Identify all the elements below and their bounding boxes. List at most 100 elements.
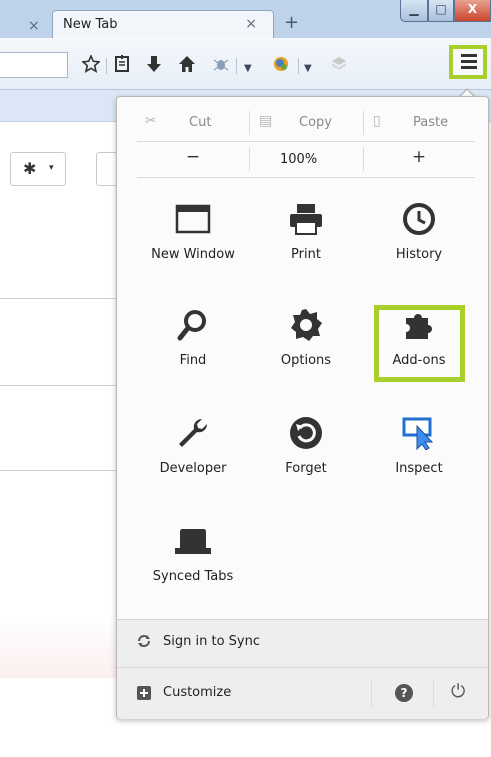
- zoom-reset-button[interactable]: 100%: [280, 152, 317, 167]
- customize-label: Customize: [163, 685, 232, 700]
- previous-tab[interactable]: ×: [0, 12, 52, 38]
- gear-icon: [250, 305, 362, 345]
- divider: [0, 385, 118, 386]
- addon-globe-icon[interactable]: [272, 55, 290, 78]
- divider: [0, 298, 118, 299]
- copy-button[interactable]: ▤ Copy: [251, 107, 361, 139]
- home-icon[interactable]: [178, 55, 196, 78]
- inspect-pointer-icon: [363, 413, 475, 453]
- sign-in-label: Sign in to Sync: [163, 634, 260, 649]
- forget-label: Forget: [285, 461, 327, 476]
- plus-icon: [137, 686, 151, 700]
- toolbar-separator: [106, 58, 107, 74]
- toolbar-separator: [298, 58, 299, 74]
- edit-controls: ✂ Cut ▤ Copy ▯ Paste: [137, 107, 475, 139]
- history-clock-icon: [363, 199, 475, 239]
- options-button[interactable]: Options: [250, 301, 362, 397]
- find-button[interactable]: Find: [137, 301, 249, 397]
- reading-list-icon[interactable]: [114, 55, 130, 78]
- options-label: Options: [280, 353, 332, 368]
- maximize-button[interactable]: □: [428, 0, 454, 22]
- customize-button[interactable]: Customize: [117, 668, 367, 720]
- zoom-controls: − 100% +: [137, 143, 475, 173]
- copy-label: Copy: [299, 115, 332, 130]
- minimize-icon: ▁: [409, 2, 419, 16]
- scissors-icon: ✂: [145, 113, 157, 129]
- forget-arrow-icon: [250, 413, 362, 453]
- menu-panel: ✂ Cut ▤ Copy ▯ Paste − 100% + New Window: [116, 96, 489, 719]
- sign-in-sync-button[interactable]: Sign in to Sync: [117, 619, 488, 667]
- footer-bar: Customize ? ⏻: [117, 667, 488, 719]
- new-window-icon: [137, 199, 249, 239]
- power-icon: ⏻: [451, 681, 466, 702]
- synced-tabs-button[interactable]: Synced Tabs: [137, 517, 249, 613]
- find-label: Find: [179, 353, 207, 368]
- synced-tabs-label: Synced Tabs: [152, 569, 234, 584]
- new-tab-button[interactable]: +: [284, 12, 299, 33]
- forget-button[interactable]: Forget: [250, 409, 362, 505]
- addons-button[interactable]: Add-ons: [363, 301, 475, 397]
- synced-tabs-icon: [137, 521, 249, 561]
- history-label: History: [395, 247, 443, 262]
- addons-label: Add-ons: [392, 353, 446, 368]
- gear-icon: ✱: [23, 159, 37, 178]
- clipboard-icon: ▯: [373, 113, 381, 129]
- inspect-button[interactable]: Inspect: [363, 409, 475, 505]
- printer-icon: [250, 199, 362, 239]
- addon-bug-icon[interactable]: [212, 55, 230, 78]
- print-button[interactable]: Print: [250, 195, 362, 291]
- divider: [137, 141, 475, 142]
- separator: [433, 680, 434, 708]
- page-gear-button[interactable]: ✱ ▾: [10, 152, 66, 186]
- sync-icon: [137, 634, 151, 648]
- history-button[interactable]: History: [363, 195, 475, 291]
- wrench-icon: [137, 413, 249, 453]
- help-button[interactable]: ?: [379, 668, 429, 720]
- zoom-in-button[interactable]: +: [363, 147, 475, 167]
- puzzle-piece-icon: [363, 305, 475, 345]
- divider: [137, 177, 475, 178]
- inspect-label: Inspect: [395, 461, 443, 476]
- tab-strip: × New Tab × + ▁ □ X: [0, 0, 491, 38]
- paste-label: Paste: [413, 115, 449, 130]
- separator: [249, 147, 250, 171]
- new-window-button[interactable]: New Window: [137, 195, 249, 291]
- addon-gray-icon[interactable]: [330, 55, 348, 78]
- magnifier-icon: [137, 305, 249, 345]
- paste-button[interactable]: ▯ Paste: [365, 107, 475, 139]
- new-window-label: New Window: [151, 247, 235, 262]
- dropdown-icon[interactable]: ▼: [304, 59, 312, 79]
- nav-toolbar: ▼ ▼: [0, 38, 491, 90]
- dropdown-icon[interactable]: ▼: [244, 59, 252, 79]
- divider: [0, 470, 118, 471]
- page-background: [0, 618, 118, 678]
- download-icon[interactable]: [146, 55, 162, 78]
- minimize-button[interactable]: ▁: [400, 0, 428, 22]
- toolbar-separator: [236, 58, 237, 74]
- developer-button[interactable]: Developer: [137, 409, 249, 505]
- separator: [371, 680, 372, 708]
- close-icon[interactable]: ×: [245, 16, 257, 32]
- search-input[interactable]: [0, 52, 68, 78]
- print-label: Print: [291, 247, 321, 262]
- menu-button[interactable]: [449, 45, 487, 79]
- hamburger-menu-icon: [461, 54, 477, 70]
- help-icon: ?: [395, 684, 413, 702]
- separator: [363, 111, 364, 135]
- close-icon: X: [467, 2, 478, 16]
- zoom-out-button[interactable]: −: [137, 147, 249, 167]
- quit-button[interactable]: ⏻: [437, 668, 487, 720]
- developer-label: Developer: [159, 461, 227, 476]
- bookmark-star-icon[interactable]: [81, 53, 101, 78]
- copy-icon: ▤: [259, 113, 273, 129]
- separator: [249, 111, 250, 135]
- tab-new-tab[interactable]: New Tab ×: [52, 10, 274, 38]
- maximize-icon: □: [435, 2, 447, 16]
- cut-button[interactable]: ✂ Cut: [137, 107, 247, 139]
- cut-label: Cut: [189, 115, 212, 130]
- tab-title: New Tab: [63, 17, 118, 32]
- close-icon[interactable]: ×: [28, 18, 40, 34]
- close-window-button[interactable]: X: [454, 0, 491, 22]
- window-controls: ▁ □ X: [400, 0, 491, 22]
- chevron-down-icon: ▾: [49, 163, 54, 173]
